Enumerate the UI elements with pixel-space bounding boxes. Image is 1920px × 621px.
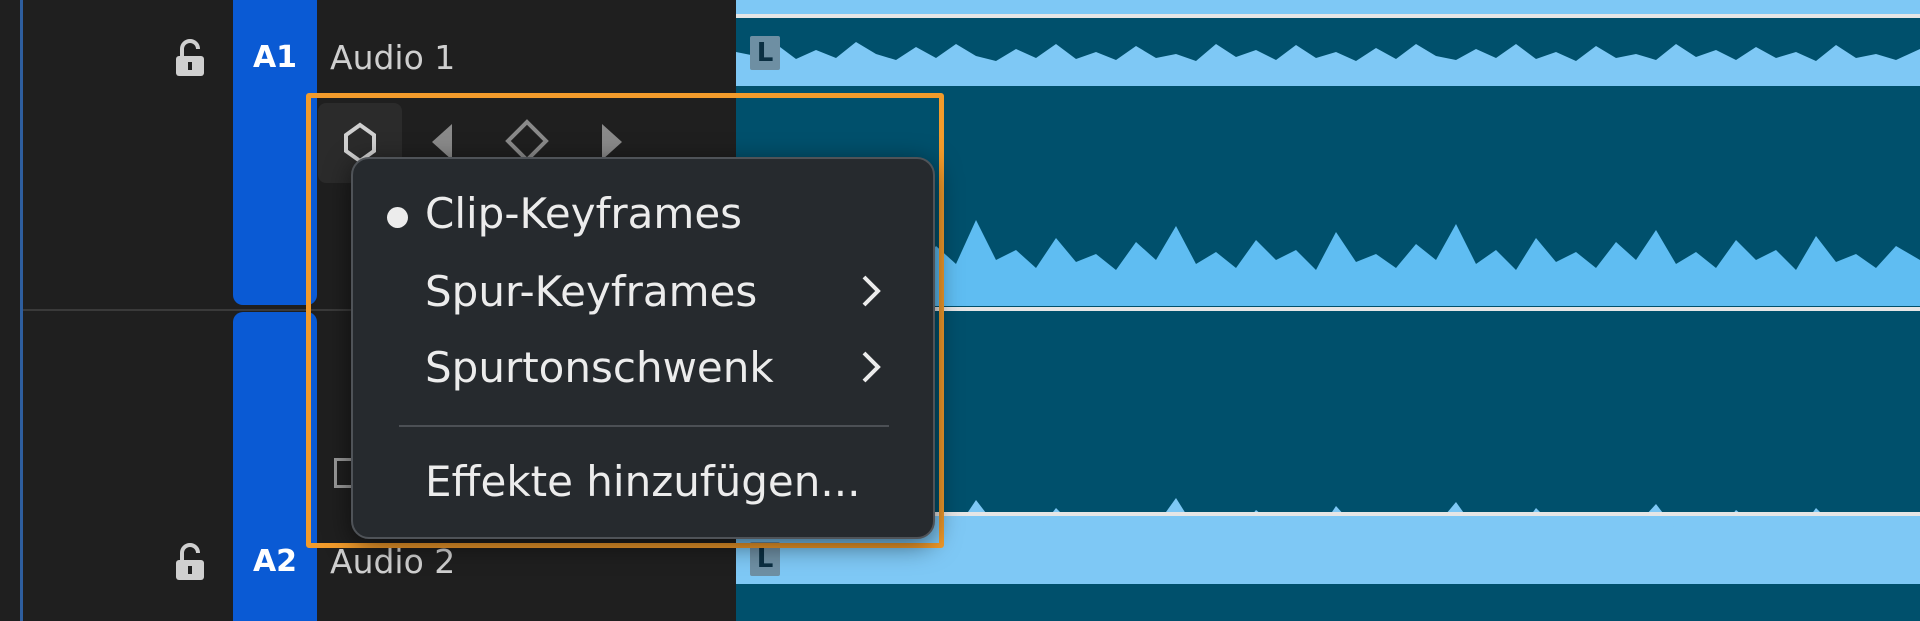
keyframe-context-menu: Clip-Keyframes Spur-Keyframes Spurtonsch… — [351, 157, 935, 539]
clip-volume-line-a1[interactable] — [736, 14, 1920, 18]
checked-bullet-icon — [387, 207, 408, 228]
menu-separator — [399, 425, 889, 427]
menu-item-track-panner[interactable]: Spurtonschwenk — [425, 343, 774, 392]
track-name-a1: Audio 1 — [330, 38, 456, 77]
menu-item-clip-keyframes[interactable]: Clip-Keyframes — [425, 189, 742, 238]
track-id-a2: A2 — [252, 544, 298, 579]
menu-item-track-keyframes[interactable]: Spur-Keyframes — [425, 267, 757, 316]
menu-item-add-effects[interactable]: Effekte hinzufügen... — [425, 457, 860, 506]
waveform-a1 — [736, 14, 1920, 61]
channel-badge-a1: L — [750, 36, 780, 70]
lock-icon[interactable] — [172, 38, 208, 78]
chevron-right-icon — [862, 275, 881, 307]
track-id-a1: A1 — [252, 40, 298, 75]
lock-icon[interactable] — [172, 542, 208, 582]
chevron-right-icon — [862, 351, 881, 383]
